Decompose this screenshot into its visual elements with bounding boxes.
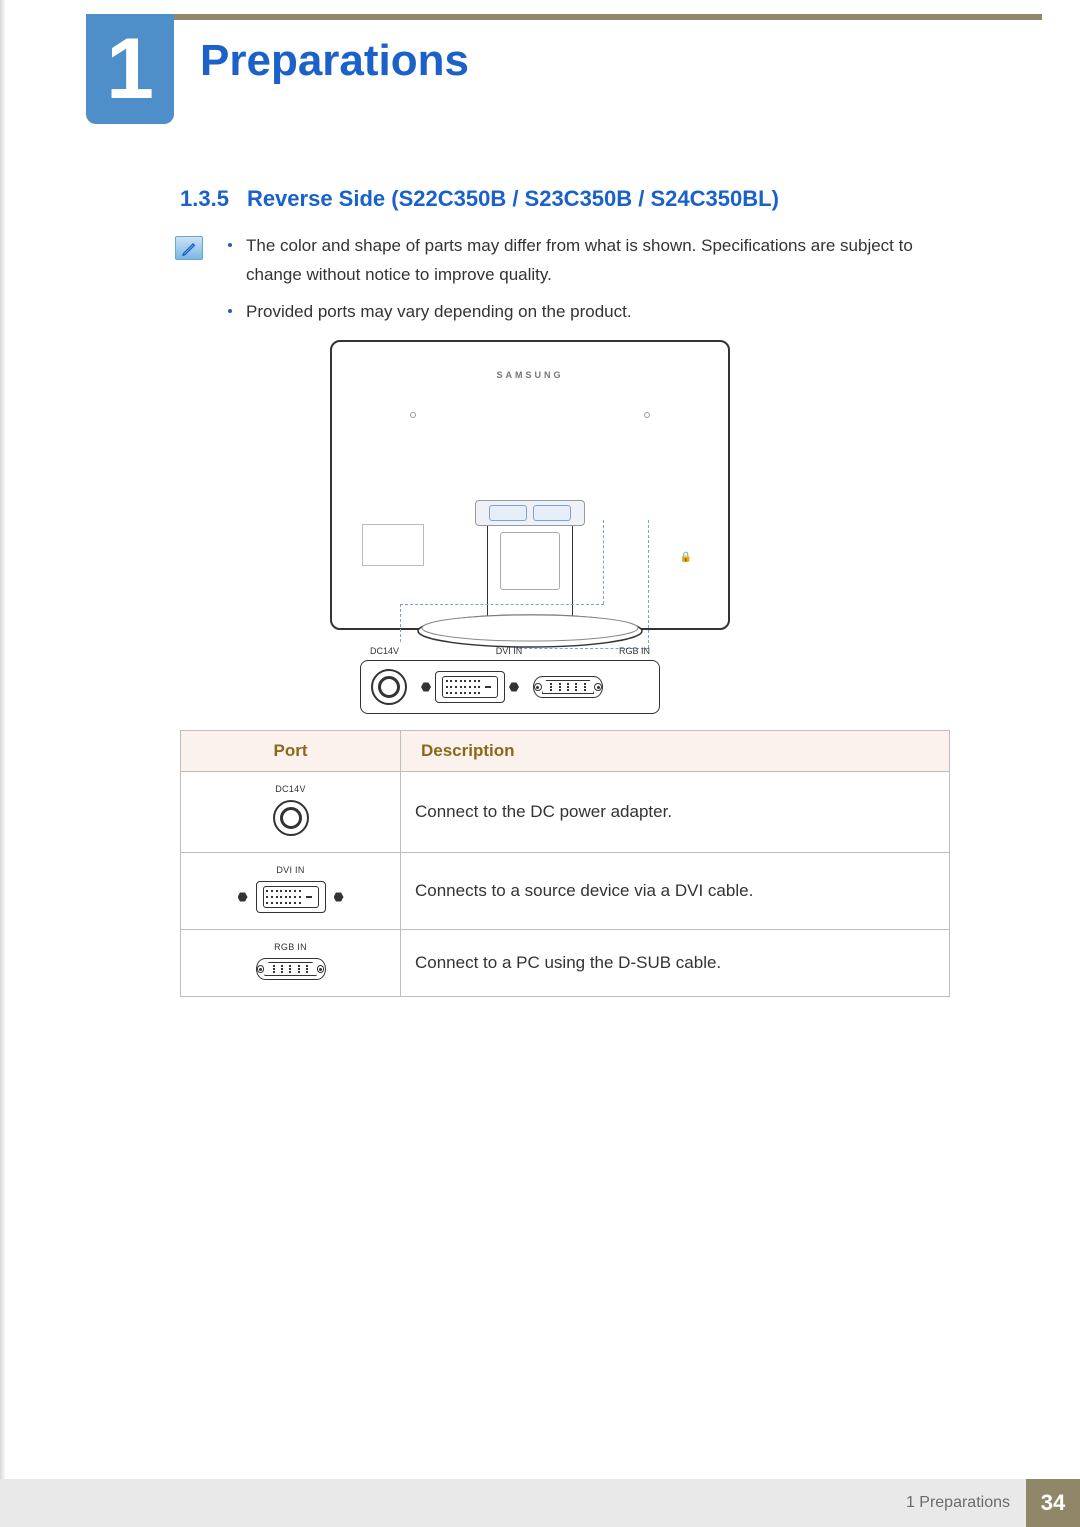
port-description: Connect to the DC power adapter. [401, 772, 950, 853]
page-footer: 1 Preparations 34 [0, 1479, 1080, 1527]
hex-screw-icon [509, 682, 519, 692]
port-label-rgb: RGB IN [619, 646, 650, 656]
section-number: 1.3.5 [180, 186, 229, 211]
port-icons-row [360, 660, 660, 714]
footer-page-number: 34 [1026, 1479, 1080, 1527]
port-label: DVI IN [191, 865, 390, 875]
section-title: Reverse Side (S22C350B / S23C350B / S24C… [247, 186, 779, 211]
port-label-dc: DC14V [370, 646, 399, 656]
dc-port-icon [371, 669, 407, 705]
mini-port-icon [533, 505, 571, 521]
page-binding-shadow [0, 0, 6, 1527]
callout-line [603, 520, 604, 604]
ports-table: Port Description DC14V Connect to the DC… [180, 730, 950, 997]
mini-port-icon [489, 505, 527, 521]
port-callout-panel: DC14V DVI IN RGB IN [360, 642, 660, 724]
dc-port-icon [273, 800, 309, 836]
port-cell: DVI IN [181, 853, 401, 930]
column-header-port: Port [181, 731, 401, 772]
kensington-lock-icon: 🔒 [680, 552, 692, 563]
hex-screw-icon [334, 892, 344, 902]
section-heading: 1.3.5 Reverse Side (S22C350B / S23C350B /… [180, 186, 779, 212]
chapter-number: 1 [106, 26, 154, 112]
port-cell: DC14V [181, 772, 401, 853]
brand-label: SAMSUNG [496, 370, 563, 380]
column-header-description: Description [401, 731, 950, 772]
port-area [475, 500, 585, 526]
footer-label: 1 Preparations [0, 1479, 1026, 1527]
note-icon [175, 236, 203, 260]
table-row: DC14V Connect to the DC power adapter. [181, 772, 950, 853]
port-cell: RGB IN [181, 930, 401, 997]
chapter-title: Preparations [200, 36, 469, 86]
callout-line [648, 520, 649, 648]
mount-hole-icon [644, 412, 650, 418]
port-label: RGB IN [191, 942, 390, 952]
port-label-dvi: DVI IN [496, 646, 523, 656]
port-label: DC14V [191, 784, 390, 794]
header-bar [86, 14, 1042, 20]
note-bullets: The color and shape of parts may differ … [228, 232, 960, 335]
mount-hole-icon [410, 412, 416, 418]
table-header-row: Port Description [181, 731, 950, 772]
dvi-port-icon [191, 881, 390, 913]
callout-line [400, 604, 604, 605]
bullet-item: The color and shape of parts may differ … [228, 232, 960, 290]
page: 1 Preparations 1.3.5 Reverse Side (S22C35… [0, 0, 1080, 1527]
label-sticker-icon [362, 524, 424, 566]
rgb-port-icon [191, 958, 390, 980]
rgb-port-icon [533, 676, 603, 698]
monitor-outline: SAMSUNG 🔒 [330, 340, 730, 630]
hex-screw-icon [238, 892, 248, 902]
monitor-reverse-diagram: SAMSUNG 🔒 DC14V DVI IN RGB IN [330, 340, 730, 630]
chapter-number-tab: 1 [86, 14, 174, 124]
hex-screw-icon [421, 682, 431, 692]
port-labels-row: DC14V DVI IN RGB IN [360, 646, 660, 660]
bullet-item: Provided ports may vary depending on the… [228, 298, 960, 327]
callout-line [400, 604, 401, 642]
table-row: DVI IN Connects to a source device via a… [181, 853, 950, 930]
ports-table-wrap: Port Description DC14V Connect to the DC… [180, 730, 950, 997]
port-description: Connect to a PC using the D-SUB cable. [401, 930, 950, 997]
table-row: RGB IN Connect to a PC using the D-SUB c… [181, 930, 950, 997]
port-description: Connects to a source device via a DVI ca… [401, 853, 950, 930]
dvi-port-icon [421, 671, 519, 703]
